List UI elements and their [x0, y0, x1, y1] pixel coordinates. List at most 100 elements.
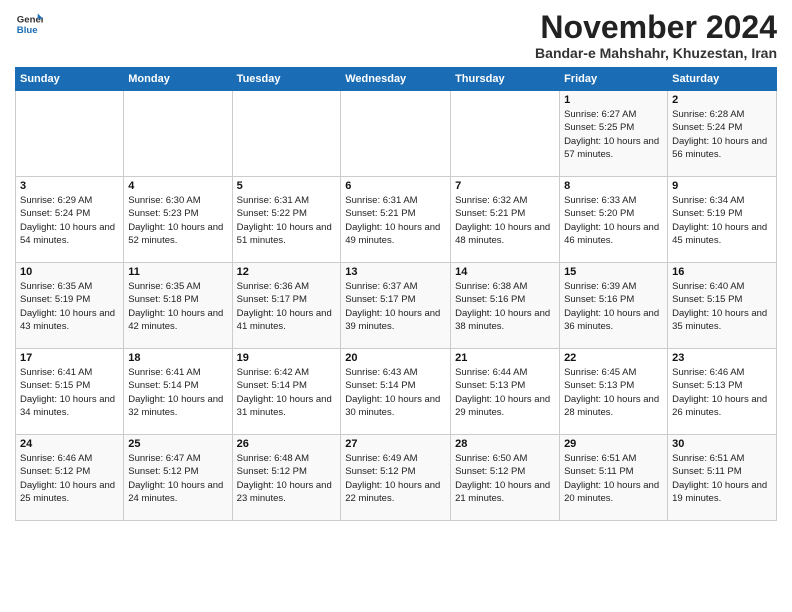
day-number: 28: [455, 438, 555, 450]
day-info: Sunrise: 6:42 AM Sunset: 5:14 PM Dayligh…: [237, 366, 337, 419]
day-info: Sunrise: 6:29 AM Sunset: 5:24 PM Dayligh…: [20, 194, 119, 247]
day-cell: [232, 91, 341, 177]
day-number: 21: [455, 352, 555, 364]
day-cell: 30 Sunrise: 6:51 AM Sunset: 5:11 PM Dayli…: [668, 435, 777, 521]
day-cell: 1Sunrise: 6:27 AM Sunset: 5:25 PM Daylig…: [560, 91, 668, 177]
day-info: Sunrise: 6:41 AM Sunset: 5:14 PM Dayligh…: [128, 366, 227, 419]
day-info: Sunrise: 6:30 AM Sunset: 5:23 PM Dayligh…: [128, 194, 227, 247]
day-info: Sunrise: 6:35 AM Sunset: 5:18 PM Dayligh…: [128, 280, 227, 333]
day-info: Sunrise: 6:46 AM Sunset: 5:13 PM Dayligh…: [672, 366, 772, 419]
day-number: 19: [237, 352, 337, 364]
day-number: 24: [20, 438, 119, 450]
day-number: 5: [237, 180, 337, 192]
header: General Blue November 2024 Bandar-e Mahs…: [15, 10, 777, 61]
day-number: 16: [672, 266, 772, 278]
day-cell: 5 Sunrise: 6:31 AM Sunset: 5:22 PM Daylig…: [232, 177, 341, 263]
day-number: 27: [345, 438, 446, 450]
day-cell: [124, 91, 232, 177]
day-info: Sunrise: 6:51 AM Sunset: 5:11 PM Dayligh…: [672, 452, 772, 505]
day-number: 4: [128, 180, 227, 192]
day-info: Sunrise: 6:37 AM Sunset: 5:17 PM Dayligh…: [345, 280, 446, 333]
day-info: Sunrise: 6:31 AM Sunset: 5:22 PM Dayligh…: [237, 194, 337, 247]
day-number: 18: [128, 352, 227, 364]
day-info: Sunrise: 6:27 AM Sunset: 5:25 PM Dayligh…: [564, 108, 663, 161]
day-info: Sunrise: 6:43 AM Sunset: 5:14 PM Dayligh…: [345, 366, 446, 419]
location: Bandar-e Mahshahr, Khuzestan, Iran: [535, 45, 777, 61]
day-number: 20: [345, 352, 446, 364]
day-number: 17: [20, 352, 119, 364]
day-number: 11: [128, 266, 227, 278]
day-cell: [451, 91, 560, 177]
day-info: Sunrise: 6:45 AM Sunset: 5:13 PM Dayligh…: [564, 366, 663, 419]
day-number: 22: [564, 352, 663, 364]
col-friday: Friday: [560, 68, 668, 91]
day-number: 25: [128, 438, 227, 450]
day-cell: 19 Sunrise: 6:42 AM Sunset: 5:14 PM Dayli…: [232, 349, 341, 435]
day-number: 7: [455, 180, 555, 192]
day-cell: 25 Sunrise: 6:47 AM Sunset: 5:12 PM Dayli…: [124, 435, 232, 521]
title-block: November 2024 Bandar-e Mahshahr, Khuzest…: [535, 10, 777, 61]
day-cell: 22 Sunrise: 6:45 AM Sunset: 5:13 PM Dayli…: [560, 349, 668, 435]
day-cell: 3 Sunrise: 6:29 AM Sunset: 5:24 PM Daylig…: [16, 177, 124, 263]
week-row-4: 17 Sunrise: 6:41 AM Sunset: 5:15 PM Dayli…: [16, 349, 777, 435]
day-number: 2: [672, 94, 772, 106]
day-number: 3: [20, 180, 119, 192]
day-cell: 28 Sunrise: 6:50 AM Sunset: 5:12 PM Dayli…: [451, 435, 560, 521]
month-title: November 2024: [535, 10, 777, 45]
day-cell: 26 Sunrise: 6:48 AM Sunset: 5:12 PM Dayli…: [232, 435, 341, 521]
day-number: 9: [672, 180, 772, 192]
day-number: 23: [672, 352, 772, 364]
calendar-page: General Blue November 2024 Bandar-e Mahs…: [0, 0, 792, 612]
day-number: 14: [455, 266, 555, 278]
day-number: 10: [20, 266, 119, 278]
col-thursday: Thursday: [451, 68, 560, 91]
day-info: Sunrise: 6:47 AM Sunset: 5:12 PM Dayligh…: [128, 452, 227, 505]
day-cell: 17 Sunrise: 6:41 AM Sunset: 5:15 PM Dayli…: [16, 349, 124, 435]
day-number: 15: [564, 266, 663, 278]
day-number: 30: [672, 438, 772, 450]
day-number: 6: [345, 180, 446, 192]
day-cell: 6Sunrise: 6:31 AM Sunset: 5:21 PM Daylig…: [341, 177, 451, 263]
day-cell: 9 Sunrise: 6:34 AM Sunset: 5:19 PM Daylig…: [668, 177, 777, 263]
day-info: Sunrise: 6:50 AM Sunset: 5:12 PM Dayligh…: [455, 452, 555, 505]
col-wednesday: Wednesday: [341, 68, 451, 91]
week-row-2: 3 Sunrise: 6:29 AM Sunset: 5:24 PM Daylig…: [16, 177, 777, 263]
week-row-5: 24 Sunrise: 6:46 AM Sunset: 5:12 PM Dayli…: [16, 435, 777, 521]
svg-text:Blue: Blue: [17, 25, 38, 36]
day-info: Sunrise: 6:33 AM Sunset: 5:20 PM Dayligh…: [564, 194, 663, 247]
day-number: 29: [564, 438, 663, 450]
col-monday: Monday: [124, 68, 232, 91]
header-row: Sunday Monday Tuesday Wednesday Thursday…: [16, 68, 777, 91]
day-info: Sunrise: 6:38 AM Sunset: 5:16 PM Dayligh…: [455, 280, 555, 333]
day-cell: 21 Sunrise: 6:44 AM Sunset: 5:13 PM Dayli…: [451, 349, 560, 435]
day-info: Sunrise: 6:46 AM Sunset: 5:12 PM Dayligh…: [20, 452, 119, 505]
col-sunday: Sunday: [16, 68, 124, 91]
week-row-1: 1Sunrise: 6:27 AM Sunset: 5:25 PM Daylig…: [16, 91, 777, 177]
day-cell: 11 Sunrise: 6:35 AM Sunset: 5:18 PM Dayli…: [124, 263, 232, 349]
day-info: Sunrise: 6:34 AM Sunset: 5:19 PM Dayligh…: [672, 194, 772, 247]
day-cell: 2Sunrise: 6:28 AM Sunset: 5:24 PM Daylig…: [668, 91, 777, 177]
day-cell: 12Sunrise: 6:36 AM Sunset: 5:17 PM Dayli…: [232, 263, 341, 349]
day-cell: 7 Sunrise: 6:32 AM Sunset: 5:21 PM Daylig…: [451, 177, 560, 263]
day-cell: 14 Sunrise: 6:38 AM Sunset: 5:16 PM Dayli…: [451, 263, 560, 349]
day-cell: 27Sunrise: 6:49 AM Sunset: 5:12 PM Dayli…: [341, 435, 451, 521]
day-number: 26: [237, 438, 337, 450]
week-row-3: 10Sunrise: 6:35 AM Sunset: 5:19 PM Dayli…: [16, 263, 777, 349]
day-cell: 29 Sunrise: 6:51 AM Sunset: 5:11 PM Dayli…: [560, 435, 668, 521]
day-info: Sunrise: 6:41 AM Sunset: 5:15 PM Dayligh…: [20, 366, 119, 419]
day-info: Sunrise: 6:40 AM Sunset: 5:15 PM Dayligh…: [672, 280, 772, 333]
day-cell: [341, 91, 451, 177]
day-number: 13: [345, 266, 446, 278]
logo: General Blue: [15, 10, 43, 38]
day-cell: 10Sunrise: 6:35 AM Sunset: 5:19 PM Dayli…: [16, 263, 124, 349]
col-tuesday: Tuesday: [232, 68, 341, 91]
day-info: Sunrise: 6:44 AM Sunset: 5:13 PM Dayligh…: [455, 366, 555, 419]
day-cell: 16 Sunrise: 6:40 AM Sunset: 5:15 PM Dayli…: [668, 263, 777, 349]
col-saturday: Saturday: [668, 68, 777, 91]
day-info: Sunrise: 6:39 AM Sunset: 5:16 PM Dayligh…: [564, 280, 663, 333]
day-info: Sunrise: 6:51 AM Sunset: 5:11 PM Dayligh…: [564, 452, 663, 505]
day-info: Sunrise: 6:36 AM Sunset: 5:17 PM Dayligh…: [237, 280, 337, 333]
day-info: Sunrise: 6:32 AM Sunset: 5:21 PM Dayligh…: [455, 194, 555, 247]
day-cell: 8Sunrise: 6:33 AM Sunset: 5:20 PM Daylig…: [560, 177, 668, 263]
day-info: Sunrise: 6:48 AM Sunset: 5:12 PM Dayligh…: [237, 452, 337, 505]
